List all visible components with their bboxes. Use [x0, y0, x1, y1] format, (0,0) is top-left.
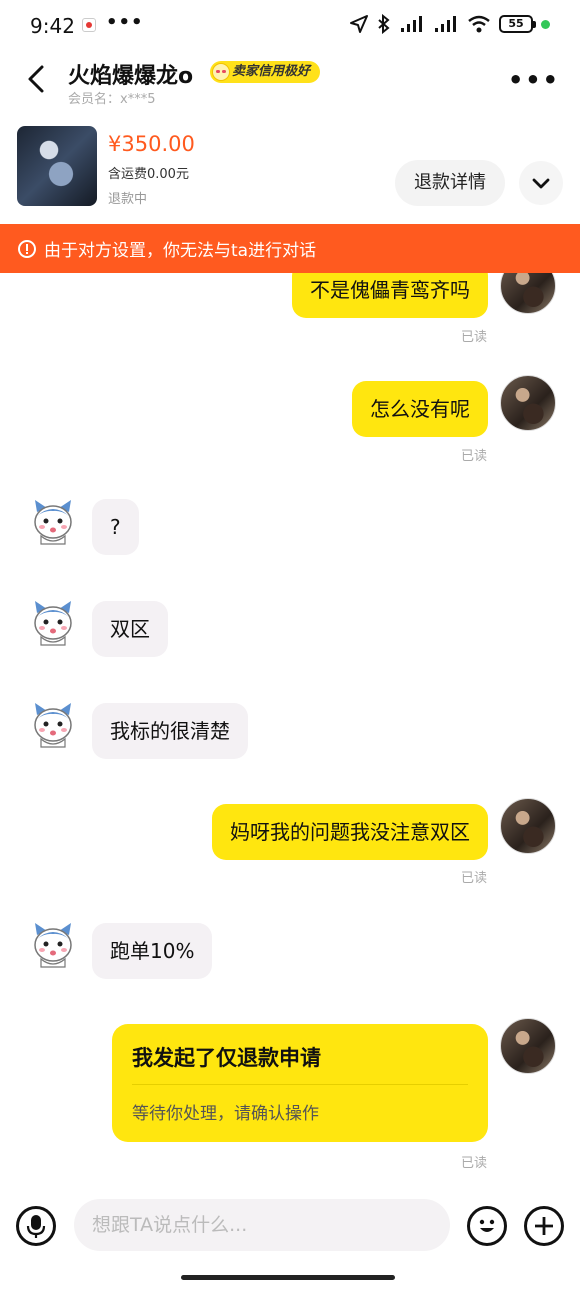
refund-request-card[interactable]: 我发起了仅退款申请 等待你处理，请确认操作	[112, 1024, 488, 1142]
home-indicator[interactable]	[181, 1275, 395, 1280]
emoji-icon	[479, 1219, 495, 1232]
message-bubble-incoming[interactable]: 双区	[92, 601, 168, 657]
my-avatar[interactable]	[500, 375, 556, 431]
cat-avatar-icon[interactable]	[31, 599, 75, 647]
message-bubble-incoming[interactable]: 我标的很清楚	[92, 703, 248, 759]
input-bar	[0, 1196, 580, 1254]
warning-banner: 由于对方设置，你无法与ta进行对话	[0, 224, 580, 273]
request-subtitle: 等待你处理，请确认操作	[132, 1104, 319, 1124]
microphone-icon	[26, 1215, 46, 1238]
message-input[interactable]	[74, 1199, 450, 1251]
warning-text: 由于对方设置，你无法与ta进行对话	[44, 241, 317, 261]
read-receipt: 已读	[461, 449, 488, 464]
card-divider	[132, 1084, 468, 1085]
message-bubble-incoming[interactable]: ?	[92, 499, 139, 555]
plus-icon	[535, 1217, 553, 1235]
read-receipt: 已读	[461, 330, 488, 345]
request-title: 我发起了仅退款申请	[132, 1046, 321, 1070]
message-bubble-incoming[interactable]: 跑单10%	[92, 923, 213, 979]
voice-button[interactable]	[16, 1206, 56, 1246]
cat-avatar-icon[interactable]	[31, 498, 75, 546]
more-actions-button[interactable]	[524, 1206, 564, 1246]
cat-avatar-icon[interactable]	[31, 921, 75, 969]
read-receipt: 已读	[461, 871, 488, 886]
my-avatar[interactable]	[500, 1018, 556, 1074]
cat-avatar-icon[interactable]	[31, 701, 75, 749]
emoji-button[interactable]	[467, 1206, 507, 1246]
chat-list: 不是傀儡青鸾齐吗 已读 怎么没有呢 已读 ? 双区 我标的很清楚 妈呀我的问题我…	[0, 0, 580, 1289]
message-bubble-outgoing[interactable]: 怎么没有呢	[352, 381, 488, 437]
read-receipt: 已读	[461, 1156, 488, 1171]
message-bubble-outgoing[interactable]: 妈呀我的问题我没注意双区	[212, 804, 488, 860]
alert-icon	[18, 239, 36, 258]
my-avatar[interactable]	[500, 798, 556, 854]
